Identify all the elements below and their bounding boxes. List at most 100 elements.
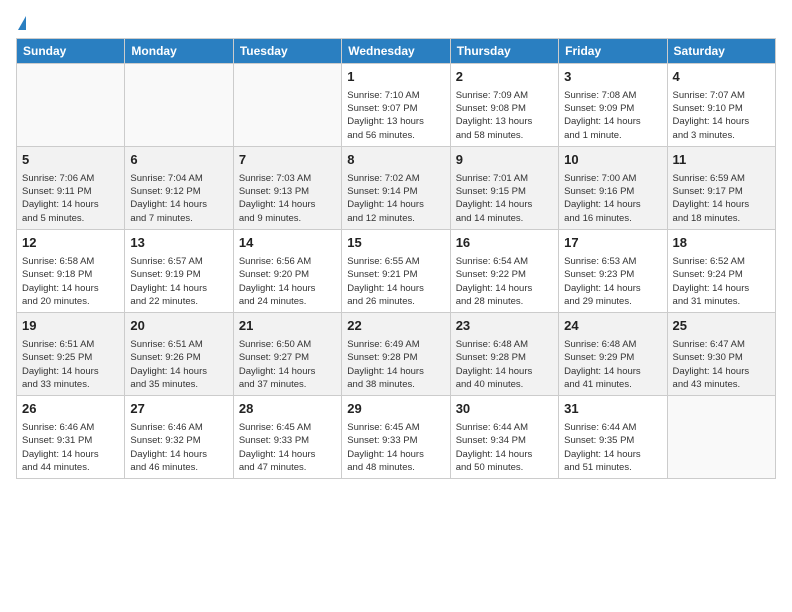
day-number: 29 bbox=[347, 400, 444, 419]
calendar-cell: 5 Sunrise: 7:06 AMSunset: 9:11 PMDaylight… bbox=[17, 147, 125, 230]
calendar-cell: 28 Sunrise: 6:45 AMSunset: 9:33 PMDayligh… bbox=[233, 396, 341, 479]
day-info-text: Sunrise: 6:55 AMSunset: 9:21 PMDaylight:… bbox=[347, 255, 444, 308]
day-info-text: Sunrise: 7:10 AMSunset: 9:07 PMDaylight:… bbox=[347, 89, 444, 142]
calendar-cell: 27 Sunrise: 6:46 AMSunset: 9:32 PMDayligh… bbox=[125, 396, 233, 479]
day-number: 9 bbox=[456, 151, 553, 170]
calendar-week-row: 1 Sunrise: 7:10 AMSunset: 9:07 PMDaylight… bbox=[17, 64, 776, 147]
day-info-text: Sunrise: 6:51 AMSunset: 9:25 PMDaylight:… bbox=[22, 338, 119, 391]
calendar-cell bbox=[125, 64, 233, 147]
logo-triangle-icon bbox=[18, 16, 26, 30]
day-info-text: Sunrise: 6:58 AMSunset: 9:18 PMDaylight:… bbox=[22, 255, 119, 308]
day-info-text: Sunrise: 6:57 AMSunset: 9:19 PMDaylight:… bbox=[130, 255, 227, 308]
calendar-cell: 17 Sunrise: 6:53 AMSunset: 9:23 PMDayligh… bbox=[559, 230, 667, 313]
calendar-cell: 24 Sunrise: 6:48 AMSunset: 9:29 PMDayligh… bbox=[559, 313, 667, 396]
day-number: 16 bbox=[456, 234, 553, 253]
day-number: 28 bbox=[239, 400, 336, 419]
day-number: 6 bbox=[130, 151, 227, 170]
day-number: 8 bbox=[347, 151, 444, 170]
day-number: 13 bbox=[130, 234, 227, 253]
day-number: 23 bbox=[456, 317, 553, 336]
calendar-week-row: 5 Sunrise: 7:06 AMSunset: 9:11 PMDaylight… bbox=[17, 147, 776, 230]
calendar-cell: 26 Sunrise: 6:46 AMSunset: 9:31 PMDayligh… bbox=[17, 396, 125, 479]
day-info-text: Sunrise: 6:54 AMSunset: 9:22 PMDaylight:… bbox=[456, 255, 553, 308]
day-info-text: Sunrise: 6:48 AMSunset: 9:29 PMDaylight:… bbox=[564, 338, 661, 391]
day-number: 20 bbox=[130, 317, 227, 336]
calendar-cell: 6Sunrise: 7:04 AMSunset: 9:12 PMDaylight… bbox=[125, 147, 233, 230]
day-info-text: Sunrise: 7:03 AMSunset: 9:13 PMDaylight:… bbox=[239, 172, 336, 225]
day-number: 17 bbox=[564, 234, 661, 253]
day-number: 24 bbox=[564, 317, 661, 336]
day-info-text: Sunrise: 6:45 AMSunset: 9:33 PMDaylight:… bbox=[347, 421, 444, 474]
day-info-text: Sunrise: 6:45 AMSunset: 9:33 PMDaylight:… bbox=[239, 421, 336, 474]
calendar-cell: 7Sunrise: 7:03 AMSunset: 9:13 PMDaylight… bbox=[233, 147, 341, 230]
calendar-cell bbox=[667, 396, 775, 479]
day-info-text: Sunrise: 6:47 AMSunset: 9:30 PMDaylight:… bbox=[673, 338, 770, 391]
day-header-sunday: Sunday bbox=[17, 39, 125, 64]
day-info-text: Sunrise: 7:02 AMSunset: 9:14 PMDaylight:… bbox=[347, 172, 444, 225]
day-info-text: Sunrise: 6:52 AMSunset: 9:24 PMDaylight:… bbox=[673, 255, 770, 308]
day-number: 3 bbox=[564, 68, 661, 87]
day-info-text: Sunrise: 6:53 AMSunset: 9:23 PMDaylight:… bbox=[564, 255, 661, 308]
day-number: 21 bbox=[239, 317, 336, 336]
calendar-cell: 2 Sunrise: 7:09 AMSunset: 9:08 PMDaylight… bbox=[450, 64, 558, 147]
calendar-cell bbox=[233, 64, 341, 147]
day-info-text: Sunrise: 6:46 AMSunset: 9:32 PMDaylight:… bbox=[130, 421, 227, 474]
day-number: 18 bbox=[673, 234, 770, 253]
day-info-text: Sunrise: 6:44 AMSunset: 9:35 PMDaylight:… bbox=[564, 421, 661, 474]
calendar-cell: 8 Sunrise: 7:02 AMSunset: 9:14 PMDaylight… bbox=[342, 147, 450, 230]
day-number: 19 bbox=[22, 317, 119, 336]
day-header-friday: Friday bbox=[559, 39, 667, 64]
day-number: 30 bbox=[456, 400, 553, 419]
day-number: 1 bbox=[347, 68, 444, 87]
day-info-text: Sunrise: 6:49 AMSunset: 9:28 PMDaylight:… bbox=[347, 338, 444, 391]
calendar-week-row: 26 Sunrise: 6:46 AMSunset: 9:31 PMDayligh… bbox=[17, 396, 776, 479]
calendar-cell: 1 Sunrise: 7:10 AMSunset: 9:07 PMDaylight… bbox=[342, 64, 450, 147]
calendar-cell: 20 Sunrise: 6:51 AMSunset: 9:26 PMDayligh… bbox=[125, 313, 233, 396]
day-info-text: Sunrise: 7:00 AMSunset: 9:16 PMDaylight:… bbox=[564, 172, 661, 225]
calendar-cell: 15 Sunrise: 6:55 AMSunset: 9:21 PMDayligh… bbox=[342, 230, 450, 313]
day-number: 26 bbox=[22, 400, 119, 419]
day-number: 5 bbox=[22, 151, 119, 170]
day-info-text: Sunrise: 7:09 AMSunset: 9:08 PMDaylight:… bbox=[456, 89, 553, 142]
day-number: 25 bbox=[673, 317, 770, 336]
calendar-cell: 18 Sunrise: 6:52 AMSunset: 9:24 PMDayligh… bbox=[667, 230, 775, 313]
day-info-text: Sunrise: 6:46 AMSunset: 9:31 PMDaylight:… bbox=[22, 421, 119, 474]
calendar-header-row: SundayMondayTuesdayWednesdayThursdayFrid… bbox=[17, 39, 776, 64]
calendar-cell: 19 Sunrise: 6:51 AMSunset: 9:25 PMDayligh… bbox=[17, 313, 125, 396]
day-number: 12 bbox=[22, 234, 119, 253]
day-number: 14 bbox=[239, 234, 336, 253]
calendar-cell: 29 Sunrise: 6:45 AMSunset: 9:33 PMDayligh… bbox=[342, 396, 450, 479]
day-info-text: Sunrise: 7:06 AMSunset: 9:11 PMDaylight:… bbox=[22, 172, 119, 225]
day-info-text: Sunrise: 7:01 AMSunset: 9:15 PMDaylight:… bbox=[456, 172, 553, 225]
day-number: 2 bbox=[456, 68, 553, 87]
calendar-cell: 12 Sunrise: 6:58 AMSunset: 9:18 PMDayligh… bbox=[17, 230, 125, 313]
logo bbox=[16, 16, 26, 30]
calendar-cell: 22Sunrise: 6:49 AMSunset: 9:28 PMDayligh… bbox=[342, 313, 450, 396]
calendar-cell: 16 Sunrise: 6:54 AMSunset: 9:22 PMDayligh… bbox=[450, 230, 558, 313]
day-header-tuesday: Tuesday bbox=[233, 39, 341, 64]
day-info-text: Sunrise: 6:51 AMSunset: 9:26 PMDaylight:… bbox=[130, 338, 227, 391]
calendar-cell: 30 Sunrise: 6:44 AMSunset: 9:34 PMDayligh… bbox=[450, 396, 558, 479]
calendar-cell: 9 Sunrise: 7:01 AMSunset: 9:15 PMDaylight… bbox=[450, 147, 558, 230]
day-number: 15 bbox=[347, 234, 444, 253]
day-header-monday: Monday bbox=[125, 39, 233, 64]
page-header bbox=[16, 16, 776, 30]
day-info-text: Sunrise: 6:48 AMSunset: 9:28 PMDaylight:… bbox=[456, 338, 553, 391]
day-header-thursday: Thursday bbox=[450, 39, 558, 64]
day-header-wednesday: Wednesday bbox=[342, 39, 450, 64]
day-number: 10 bbox=[564, 151, 661, 170]
day-number: 11 bbox=[673, 151, 770, 170]
calendar-cell: 13 Sunrise: 6:57 AMSunset: 9:19 PMDayligh… bbox=[125, 230, 233, 313]
day-header-saturday: Saturday bbox=[667, 39, 775, 64]
day-info-text: Sunrise: 7:07 AMSunset: 9:10 PMDaylight:… bbox=[673, 89, 770, 142]
calendar-week-row: 19 Sunrise: 6:51 AMSunset: 9:25 PMDayligh… bbox=[17, 313, 776, 396]
calendar-cell: 4 Sunrise: 7:07 AMSunset: 9:10 PMDaylight… bbox=[667, 64, 775, 147]
calendar-cell: 11Sunrise: 6:59 AMSunset: 9:17 PMDayligh… bbox=[667, 147, 775, 230]
day-number: 4 bbox=[673, 68, 770, 87]
calendar-cell: 14Sunrise: 6:56 AMSunset: 9:20 PMDayligh… bbox=[233, 230, 341, 313]
day-number: 27 bbox=[130, 400, 227, 419]
calendar-cell: 25 Sunrise: 6:47 AMSunset: 9:30 PMDayligh… bbox=[667, 313, 775, 396]
day-info-text: Sunrise: 6:44 AMSunset: 9:34 PMDaylight:… bbox=[456, 421, 553, 474]
calendar-week-row: 12 Sunrise: 6:58 AMSunset: 9:18 PMDayligh… bbox=[17, 230, 776, 313]
calendar-cell: 3Sunrise: 7:08 AMSunset: 9:09 PMDaylight… bbox=[559, 64, 667, 147]
